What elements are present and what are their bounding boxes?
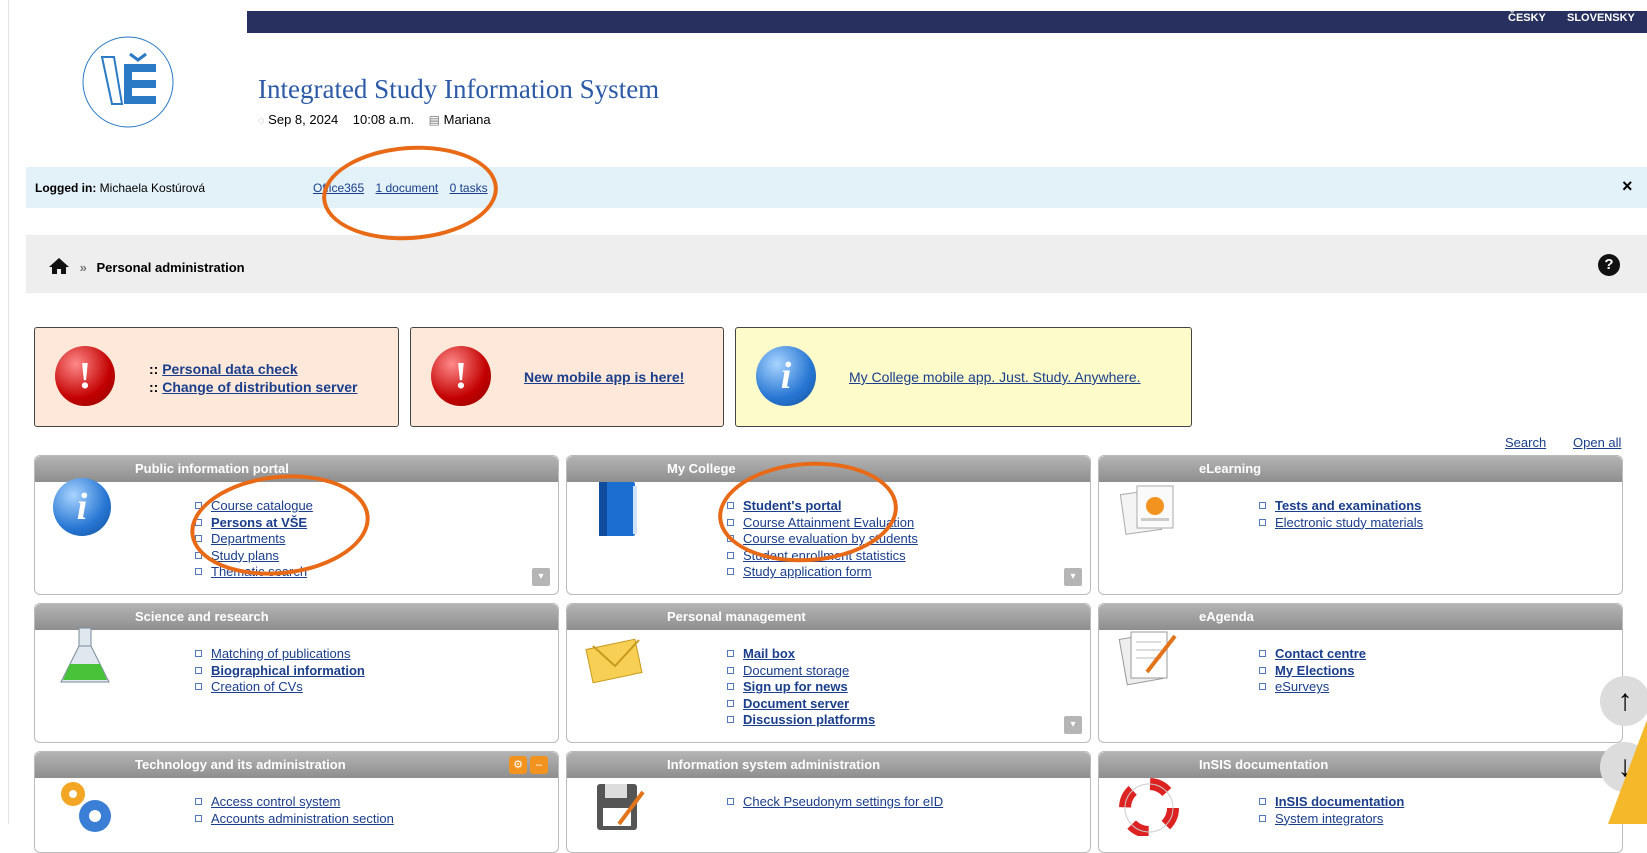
open-all-link[interactable]: Open all [1573,435,1621,450]
expand-icon[interactable]: ▾ [532,568,550,586]
logged-in-bar [26,167,1647,208]
box-link-list: Contact centre My Elections eSurveys [1259,646,1366,696]
box-link-list: Check Pseudonym settings for eID [727,794,943,811]
home-icon[interactable] [48,257,70,275]
document-server-link[interactable]: Document server [743,696,849,711]
electronic-study-materials-link[interactable]: Electronic study materials [1275,515,1423,530]
calendar-icon: ▤ [428,113,440,127]
tests-and-examinations-link[interactable]: Tests and examinations [1275,498,1421,513]
gears-icon [61,782,111,832]
minimize-icon[interactable]: – [530,756,548,774]
biographical-information-link[interactable]: Biographical information [211,663,365,678]
expand-icon[interactable]: ▾ [1064,568,1082,586]
matching-publications-link[interactable]: Matching of publications [211,646,350,661]
box-insis-documentation: InSIS documentation InSIS documentation … [1098,751,1623,853]
current-date: Sep 8, 2024 [268,112,339,127]
user-short: Mariana [443,112,491,127]
session-meta: ◌ Sep 8, 2024 10:08 a.m. ▤ Mariana [258,112,491,127]
my-elections-link[interactable]: My Elections [1275,663,1354,678]
change-distribution-server-link[interactable]: Change of distribution server [162,379,357,395]
box-link-list: Matching of publications Biographical in… [195,646,365,696]
lifebuoy-icon [1119,778,1179,836]
help-icon[interactable]: ? [1598,254,1620,276]
system-integrators-link[interactable]: System integrators [1275,811,1383,826]
box-controls: ⚙ – [506,756,548,774]
lang-czech-link[interactable]: ČESKY [1508,12,1546,24]
sign-up-for-news-link[interactable]: Sign up for news [743,679,848,694]
discussion-platforms-link[interactable]: Discussion platforms [743,712,875,727]
insis-documentation-link[interactable]: InSIS documentation [1275,794,1404,809]
my-college-app-link[interactable]: My College mobile app. Just. Study. Anyw… [849,369,1141,385]
book-icon [599,482,637,536]
box-link-list: Tests and examinations Electronic study … [1259,498,1423,531]
notice-personal-data: ! :: Personal data check :: Change of di… [34,327,399,427]
box-elearning: eLearning Tests and examinations Electro… [1098,455,1623,595]
accounts-administration-link[interactable]: Accounts administration section [211,811,394,826]
page-title: Integrated Study Information System [258,74,660,104]
contact-centre-link[interactable]: Contact centre [1275,646,1366,661]
page-left-border [8,0,9,824]
breadcrumb-bar [26,235,1647,293]
settings-icon[interactable]: ⚙ [509,756,527,774]
agenda-icon [1118,631,1177,686]
box-link-list: InSIS documentation System integrators [1259,794,1404,827]
close-icon[interactable]: × [1622,176,1633,197]
logged-in-user: Michaela Kostúrová [99,181,206,195]
breadcrumb: » Personal administration [48,257,245,275]
scroll-up-icon[interactable]: ↑ [1600,676,1647,726]
esurveys-link[interactable]: eSurveys [1275,679,1329,694]
flask-icon [60,627,110,683]
expand-icon[interactable]: ▾ [1064,716,1082,734]
box-link-list: Access control system Accounts administr… [195,794,394,827]
mail-icon [585,638,643,684]
annotation-circle [318,139,502,247]
logged-in-label: Logged in: [35,181,97,195]
box-eagenda: eAgenda Contact centre My Elections eSur… [1098,603,1623,743]
current-time: 10:08 a.m. [352,112,415,127]
box-information-system-administration: Information system administration Check … [566,751,1091,853]
info-icon: i [53,478,117,540]
mail-box-link[interactable]: Mail box [743,646,795,661]
check-pseudonym-link[interactable]: Check Pseudonym settings for eID [743,794,943,809]
elearning-icon [1119,485,1174,535]
creation-of-cvs-link[interactable]: Creation of CVs [211,679,303,694]
top-bar [247,11,1647,33]
box-personal-management: Personal management Mail box Document st… [566,603,1091,743]
study-application-form-link[interactable]: Study application form [743,564,872,579]
access-control-system-link[interactable]: Access control system [211,794,340,809]
floppy-icon [597,784,645,830]
logged-in-info: Logged in: Michaela Kostúrová [35,181,205,195]
box-technology-administration: Technology and its administration ⚙ – Acc… [34,751,559,853]
box-science-and-research: Science and research Matching of publica… [34,603,559,743]
clock-icon: ◌ [258,115,265,127]
breadcrumb-current: Personal administration [96,260,245,275]
vse-logo[interactable] [58,12,198,152]
notice-my-college-app: i My College mobile app. Just. Study. An… [735,327,1192,427]
info-icon: i [756,346,816,406]
alert-icon: ! [431,346,491,406]
personal-data-check-link[interactable]: Personal data check [162,361,297,377]
box-link-list: Mail box Document storage Sign up for ne… [727,646,875,729]
lang-slovak-link[interactable]: SLOVENSKY [1567,12,1635,24]
alert-icon: ! [55,346,115,406]
breadcrumb-separator: » [79,260,87,275]
notice-mobile-app: ! New mobile app is here! [410,327,724,427]
new-mobile-app-link[interactable]: New mobile app is here! [524,368,684,386]
document-storage-link[interactable]: Document storage [743,663,849,678]
annotation-arrow [1608,720,1647,824]
search-link[interactable]: Search [1505,435,1546,450]
notice-links: :: Personal data check :: Change of dist… [149,361,358,395]
